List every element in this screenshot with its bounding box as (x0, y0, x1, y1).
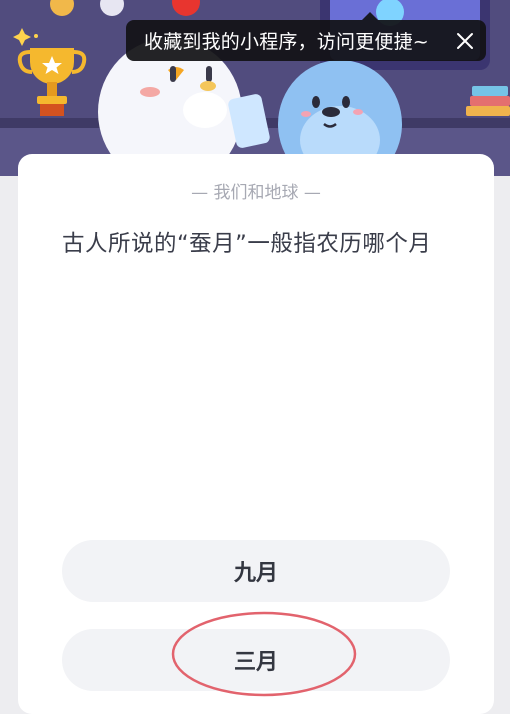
quiz-question: 古人所说的“蚕月”一般指农历哪个月 (62, 231, 432, 257)
quiz-card: — 我们和地球 — 古人所说的“蚕月”一般指农历哪个月 九月 三月 (18, 154, 494, 714)
answer-option-2[interactable]: 三月 (62, 629, 450, 691)
add-to-favorites-toast: 收藏到我的小程序，访问更便捷~ (126, 12, 486, 61)
toast-caret (362, 12, 378, 20)
quiz-category: — 我们和地球 — (191, 183, 321, 203)
answer-option-1[interactable]: 九月 (62, 540, 450, 602)
close-icon[interactable] (452, 28, 478, 54)
toast-message: 收藏到我的小程序，访问更便捷~ (144, 31, 429, 53)
